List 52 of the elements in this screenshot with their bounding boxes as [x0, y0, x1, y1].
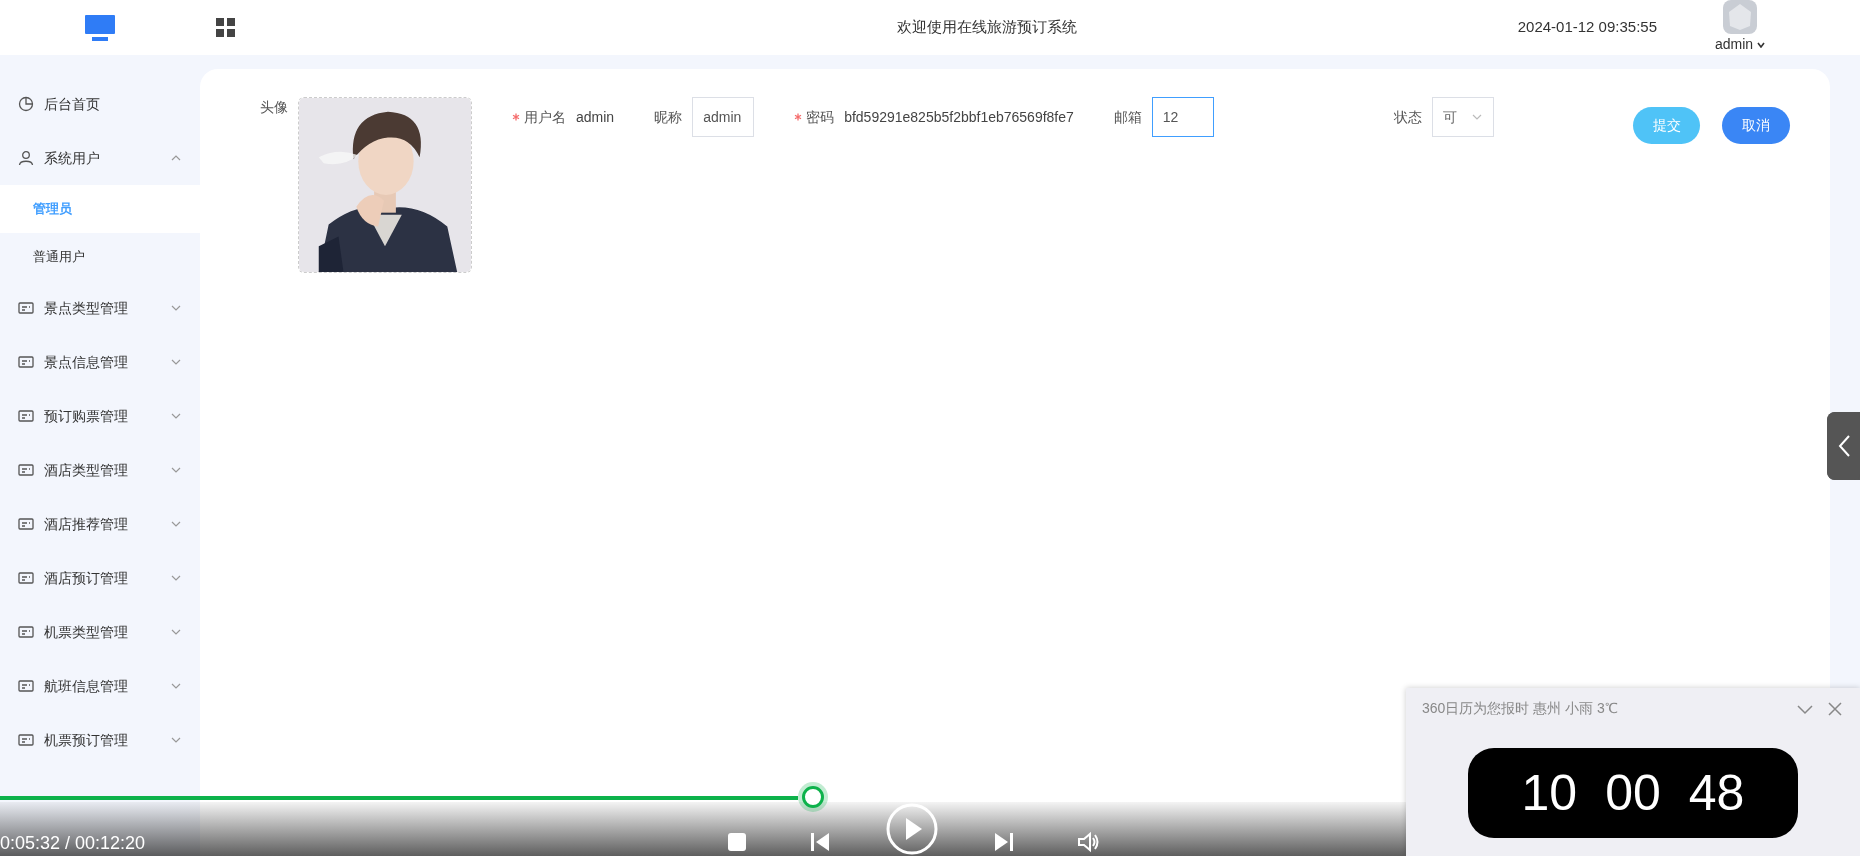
- field-label: 密码: [806, 107, 835, 127]
- card-icon: [18, 624, 34, 640]
- close-icon[interactable]: [1826, 700, 1844, 718]
- cancel-button[interactable]: 取消: [1722, 107, 1790, 144]
- sidebar-item[interactable]: 预订购票管理: [0, 389, 200, 443]
- stop-icon[interactable]: [725, 830, 749, 854]
- clock-digits: 48: [1688, 768, 1745, 818]
- user-icon: [18, 150, 34, 166]
- widget-title: 360日历为您报时 惠州 小雨 3℃: [1422, 699, 1618, 718]
- play-icon[interactable]: [885, 802, 939, 856]
- collapse-tab[interactable]: [1827, 412, 1860, 480]
- card-icon: [18, 570, 34, 586]
- next-icon[interactable]: [992, 830, 1016, 854]
- sidebar-item[interactable]: 景点类型管理: [0, 281, 200, 335]
- sidebar-item[interactable]: 航班信息管理: [0, 659, 200, 713]
- video-time: 0:05:32 / 00:12:20: [0, 832, 146, 855]
- grid-icon[interactable]: [216, 17, 236, 38]
- sidebar-item[interactable]: 机票预订管理: [0, 713, 200, 767]
- card-icon: [18, 354, 34, 370]
- card-icon: [18, 678, 34, 694]
- sidebar-item[interactable]: 酒店预订管理: [0, 551, 200, 605]
- clock-digits: 00: [1605, 768, 1661, 818]
- card-icon: [18, 516, 34, 532]
- input-field[interactable]: 12: [1151, 97, 1214, 137]
- sidebar-item[interactable]: 景点信息管理: [0, 335, 200, 389]
- card-icon: [18, 300, 34, 316]
- sidebar-item[interactable]: 后台首页: [0, 77, 200, 131]
- field-label: 邮箱: [1113, 107, 1142, 127]
- field-value: bfd59291e825b5f2bbf1eb76569f8fe7: [844, 107, 1074, 127]
- card-icon: [18, 408, 34, 424]
- field-label: 状态: [1393, 107, 1422, 127]
- sidebar-item[interactable]: 酒店推荐管理: [0, 497, 200, 551]
- monitor-icon: [84, 13, 116, 42]
- header-title: 欢迎使用在线旅游预订系统: [896, 17, 1077, 38]
- card-icon: [18, 462, 34, 478]
- field-label: 头像: [260, 98, 288, 117]
- date-time: 2024-01-12 09:35:55: [1517, 17, 1657, 38]
- previous-icon[interactable]: [808, 830, 832, 854]
- card-icon: [18, 732, 34, 748]
- field-label: 用户名: [524, 107, 566, 127]
- sidebar-item[interactable]: 机票类型管理: [0, 605, 200, 659]
- input-field[interactable]: admin: [692, 97, 755, 137]
- clock-digits: 10: [1521, 768, 1578, 818]
- caret-icon: [1757, 42, 1766, 49]
- sidebar-item[interactable]: 酒店类型管理: [0, 443, 200, 497]
- user-menu[interactable]: admin: [1714, 34, 1766, 55]
- sidebar-item[interactable]: 系统用户: [0, 131, 200, 185]
- pie-chart-icon: [18, 96, 34, 112]
- field-label: 昵称: [654, 107, 683, 127]
- sidebar-subitem[interactable]: 普通用户: [0, 233, 200, 281]
- select-field[interactable]: 可: [1431, 97, 1494, 137]
- field-value: admin: [576, 107, 615, 127]
